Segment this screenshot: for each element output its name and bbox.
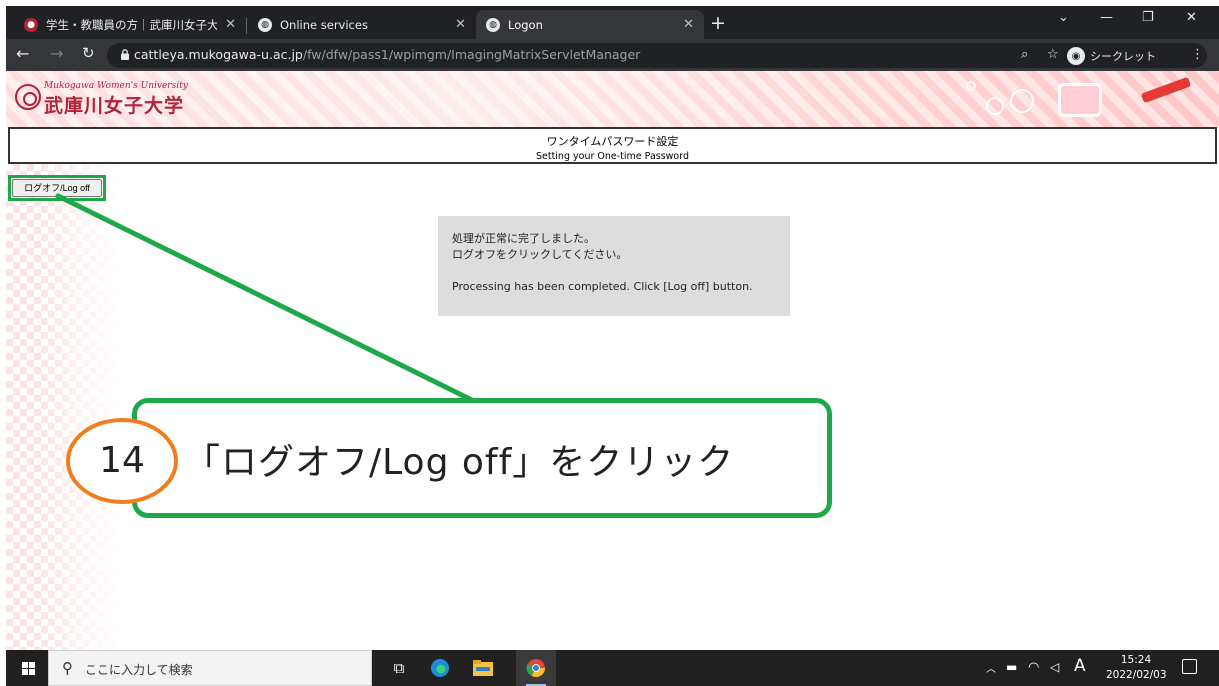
page-title-box: ワンタイムパスワード設定 Setting your One-time Passw… — [8, 127, 1217, 164]
close-tab-icon[interactable]: ✕ — [683, 17, 694, 32]
clock-time: 15:24 — [1120, 654, 1152, 666]
logo-english: Mukogawa Women's University — [44, 81, 188, 91]
browser-toolbar: ← → ↻ cattleya.mukogawa-u.ac.jp/fw/dfw/p… — [6, 39, 1219, 71]
windows-start-icon[interactable] — [22, 662, 35, 675]
pen-icon — [1140, 76, 1192, 104]
taskbar-search-placeholder: ここに入力して検索 — [85, 663, 193, 677]
completion-message-box: 処理が正常に完了しました。 ログオフをクリックしてください。 Processin… — [438, 216, 790, 316]
close-tab-icon[interactable]: ✕ — [455, 17, 466, 32]
web-page: Mukogawa Women's University 武庫川女子大学 ワンタイ… — [6, 71, 1219, 650]
new-tab-icon[interactable]: + — [710, 12, 726, 34]
tab-logon[interactable]: ◍ Logon ✕ — [476, 10, 704, 39]
battery-icon[interactable]: ▬ — [1006, 660, 1017, 674]
step-number-badge: 14 — [66, 418, 178, 504]
site-header: Mukogawa Women's University 武庫川女子大学 — [6, 71, 1219, 127]
volume-muted-icon[interactable]: ◁ — [1050, 660, 1059, 674]
logo-japanese: 武庫川女子大学 — [44, 95, 185, 117]
computer-mascot-icon — [1058, 83, 1102, 117]
header-decoration — [966, 75, 1216, 127]
page-title-jp: ワンタイムパスワード設定 — [546, 135, 679, 148]
university-logo-icon: ● — [24, 17, 38, 32]
url-path: /fw/dfw/pass1/wpimgm/ImagingMatrixServle… — [302, 47, 641, 62]
bubble-icon — [986, 97, 1004, 115]
restore-icon[interactable]: ❐ — [1142, 10, 1154, 25]
message-line-en: Processing has been completed. Click [Lo… — [452, 280, 753, 293]
bubble-icon — [1010, 89, 1034, 113]
incognito-indicator[interactable]: ◉ シークレット — [1067, 46, 1156, 66]
task-view-icon[interactable]: ⧉ — [389, 658, 409, 678]
notification-icon[interactable] — [1182, 659, 1197, 674]
bookmark-star-icon[interactable]: ☆ — [1047, 47, 1059, 62]
url-host: cattleya.mukogawa-u.ac.jp — [134, 47, 303, 62]
incognito-icon: ◉ — [1067, 47, 1085, 65]
close-window-icon[interactable]: ✕ — [1186, 10, 1197, 25]
edge-browser-icon[interactable] — [430, 658, 450, 678]
minimize-icon[interactable]: — — [1100, 10, 1113, 25]
globe-icon: ◍ — [486, 17, 500, 32]
tab-title: Online services — [280, 17, 368, 32]
bubble-icon — [966, 81, 976, 91]
university-logo-icon — [15, 84, 41, 110]
ime-indicator[interactable]: A — [1074, 656, 1086, 676]
checker-fade — [36, 164, 136, 650]
show-hidden-icons[interactable]: ︿ — [986, 660, 996, 675]
page-title-en: Setting your One-time Password — [535, 151, 690, 162]
wifi-icon[interactable]: ◠ — [1028, 660, 1039, 675]
globe-icon: ◍ — [258, 17, 272, 32]
lock-icon — [121, 49, 129, 60]
screen: ● 学生・教職員の方｜武庫川女子大 ✕ ◍ Online services ✕ … — [0, 0, 1219, 686]
url-text: cattleya.mukogawa-u.ac.jp/fw/dfw/pass1/w… — [134, 47, 640, 62]
tab-search-icon[interactable]: ⌄ — [1058, 10, 1069, 25]
address-bar[interactable]: cattleya.mukogawa-u.ac.jp/fw/dfw/pass1/w… — [107, 43, 1207, 68]
file-explorer-icon[interactable] — [473, 658, 493, 678]
taskbar-clock[interactable]: 15:24 2022/02/03 — [1106, 653, 1167, 683]
back-icon[interactable]: ← — [16, 44, 29, 63]
clock-date: 2022/02/03 — [1106, 669, 1167, 681]
zoom-search-icon[interactable]: ⌕ — [1021, 47, 1028, 62]
logoff-button[interactable]: ログオフ/Log off — [12, 179, 102, 197]
reload-icon[interactable]: ↻ — [82, 44, 95, 62]
callout-instruction: 「ログオフ/Log off」をクリック — [184, 442, 735, 483]
tab-strip: ● 学生・教職員の方｜武庫川女子大 ✕ ◍ Online services ✕ … — [6, 6, 1219, 39]
windows-taskbar: ⚲ ここに入力して検索 ⧉ ︿ ▬ ◠ ◁ A 15:24 2022/02/03 — [6, 650, 1219, 686]
close-tab-icon[interactable]: ✕ — [225, 17, 236, 32]
browser-window: ● 学生・教職員の方｜武庫川女子大 ✕ ◍ Online services ✕ … — [6, 6, 1219, 650]
tab-title: 学生・教職員の方｜武庫川女子大 — [46, 17, 218, 32]
message-line-jp-1: 処理が正常に完了しました。 — [452, 232, 595, 245]
chrome-icon[interactable] — [526, 658, 546, 678]
tab-separator — [246, 18, 247, 34]
tab-online-services[interactable]: ◍ Online services ✕ — [248, 10, 476, 39]
search-icon: ⚲ — [62, 659, 73, 677]
tab-title: Logon — [508, 17, 543, 32]
message-line-jp-2: ログオフをクリックしてください。 — [452, 248, 628, 261]
menu-kebab-icon[interactable]: ⋮ — [1191, 47, 1204, 62]
taskbar-search-box[interactable]: ⚲ ここに入力して検索 — [48, 650, 372, 686]
incognito-label: シークレット — [1090, 50, 1156, 63]
tab-university[interactable]: ● 学生・教職員の方｜武庫川女子大 ✕ — [14, 10, 246, 39]
forward-icon[interactable]: → — [50, 44, 63, 63]
